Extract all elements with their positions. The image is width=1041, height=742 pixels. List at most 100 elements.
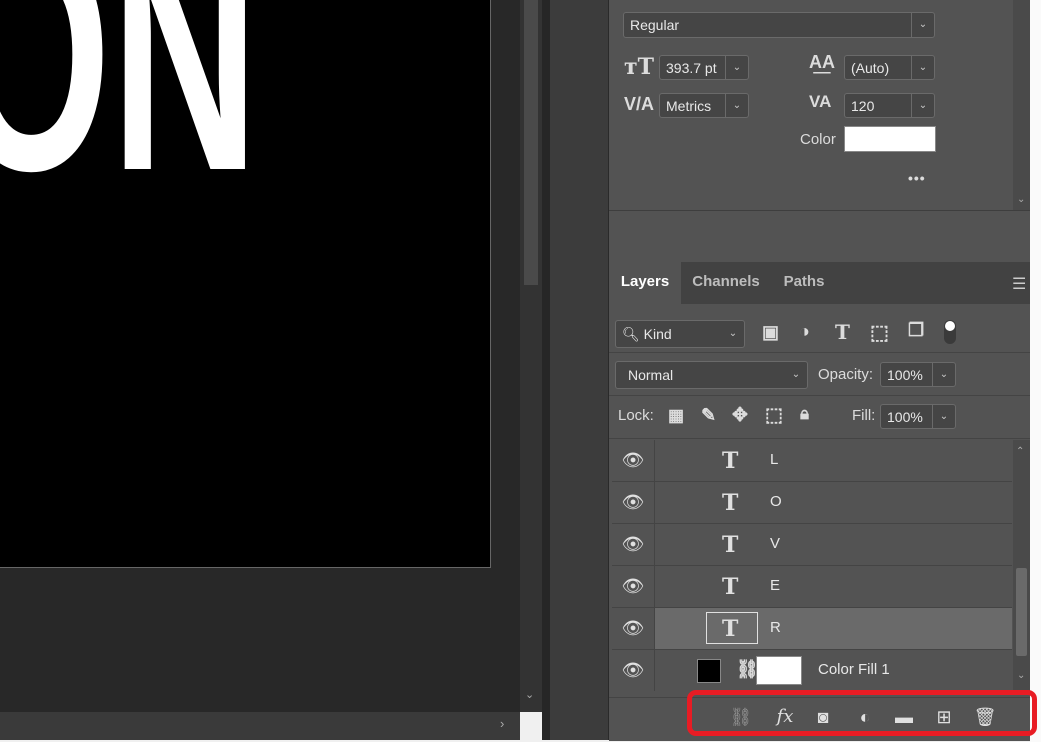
scrollbar-thumb[interactable]	[524, 0, 538, 285]
filter-toggle[interactable]	[944, 320, 956, 344]
search-icon: 🔍︎	[622, 326, 640, 342]
tab-paths[interactable]: Paths	[771, 262, 837, 304]
adjustment-filter-icon[interactable]: ◑	[799, 321, 810, 342]
text-layer-icon: T	[722, 532, 739, 558]
layer-row[interactable]: 👁︎ T V	[612, 524, 1012, 566]
chevron-down-icon: ⌄	[725, 94, 748, 117]
lock-artboard-icon[interactable]: ⬚	[765, 404, 783, 427]
layer-name: E	[770, 577, 781, 594]
visibility-eye-icon[interactable]: 👁︎	[612, 482, 655, 523]
tab-channels[interactable]: Channels	[681, 262, 771, 304]
canvas-area[interactable]: ION	[0, 0, 520, 712]
layer-name: R	[770, 619, 781, 636]
chevron-down-icon: ⌄	[725, 56, 748, 79]
layers-scrollbar[interactable]: ⌃ ⌄	[1013, 440, 1030, 695]
layer-row[interactable]: 👁︎ ⛓︎ Color Fill 1	[612, 650, 1012, 691]
color-swatch[interactable]	[844, 126, 936, 152]
font-style-value: Regular	[630, 17, 680, 33]
type-filter-icon[interactable]: T	[835, 320, 850, 344]
tracking-value: 120	[851, 98, 875, 114]
shape-filter-icon[interactable]: ⬚	[870, 320, 889, 345]
panel-menu-icon[interactable]: ☰	[1012, 274, 1026, 294]
lock-position-icon[interactable]: ✥	[732, 404, 748, 427]
text-layer-icon: T	[722, 616, 739, 642]
visibility-eye-icon[interactable]: 👁︎	[612, 566, 655, 607]
tab-layers[interactable]: Layers	[609, 262, 681, 304]
tracking-field[interactable]: 120 ⌄	[844, 93, 935, 118]
canvas-text: ION	[0, 0, 259, 239]
filter-toggle-knob	[945, 321, 955, 331]
smart-object-filter-icon[interactable]: ❐	[908, 320, 924, 341]
document-canvas[interactable]: ION	[0, 0, 491, 568]
opacity-field[interactable]: 100% ⌄	[880, 362, 956, 387]
divider	[609, 395, 1030, 396]
font-size-field[interactable]: 393.7 pt ⌄	[659, 55, 749, 80]
canvas-horizontal-scrollbar[interactable]: ›	[0, 712, 520, 740]
lock-pixels-icon[interactable]: ✎	[701, 405, 716, 426]
leading-value: (Auto)	[851, 60, 890, 76]
bottom-toolbar-highlight	[687, 690, 1037, 736]
chevron-down-icon: ⌄	[932, 363, 955, 386]
scrollbar-thumb[interactable]	[1016, 568, 1027, 656]
chevron-down-icon: ⌄	[911, 13, 934, 37]
scroll-down-icon[interactable]: ⌄	[525, 688, 534, 701]
font-size-icon: ᴛT	[624, 54, 655, 80]
chevron-down-icon: ⌄	[932, 405, 955, 428]
leading-icon: A͟A	[809, 52, 835, 72]
layer-name: L	[770, 451, 779, 468]
chevron-down-icon: ⌄	[911, 94, 934, 117]
layer-name: O	[770, 493, 782, 510]
font-size-value: 393.7 pt	[666, 60, 717, 76]
scroll-down-icon[interactable]: ⌄	[1017, 194, 1025, 205]
opacity-label: Opacity:	[818, 366, 874, 383]
lock-all-icon[interactable]: 🔒︎	[800, 404, 809, 424]
tracking-icon: VA	[809, 92, 832, 111]
visibility-eye-icon[interactable]: 👁︎	[612, 608, 655, 649]
filter-kind-select[interactable]: 🔍︎ Kind ⌄	[615, 320, 745, 348]
color-label: Color	[800, 131, 836, 148]
layer-row-selected[interactable]: 👁︎ T R	[612, 608, 1012, 650]
scroll-down-icon[interactable]: ⌄	[1017, 670, 1025, 681]
blend-mode-select[interactable]: Normal ⌄	[615, 361, 808, 389]
canvas-vertical-scrollbar[interactable]: ⌄	[520, 0, 542, 712]
chevron-down-icon: ⌄	[911, 56, 934, 79]
layers-tab-bar: Layers Channels Paths ☰	[609, 262, 1030, 304]
divider	[609, 438, 1030, 439]
fill-label: Fill:	[852, 407, 876, 424]
font-style-select[interactable]: Regular ⌄	[623, 12, 935, 38]
visibility-eye-icon[interactable]: 👁︎	[612, 650, 655, 691]
fill-value: 100%	[887, 409, 923, 425]
kerning-icon: V/A	[624, 94, 655, 114]
opacity-value: 100%	[887, 367, 923, 383]
kerning-select[interactable]: Metrics ⌄	[659, 93, 749, 118]
fill-color-thumbnail[interactable]	[697, 659, 721, 683]
scroll-up-icon[interactable]: ⌃	[1016, 446, 1024, 457]
visibility-eye-icon[interactable]: 👁︎	[612, 524, 655, 565]
filter-kind-value: Kind	[643, 326, 672, 342]
text-layer-icon: T	[722, 574, 739, 600]
layer-name: V	[770, 535, 781, 552]
window-edge	[1030, 0, 1041, 742]
layer-row[interactable]: 👁︎ T O	[612, 482, 1012, 524]
chevron-down-icon: ⌄	[791, 369, 801, 380]
leading-field[interactable]: (Auto) ⌄	[844, 55, 935, 80]
layer-row[interactable]: 👁︎ T L	[612, 440, 1012, 482]
scroll-right-icon[interactable]: ›	[500, 716, 504, 731]
layer-mask-thumbnail[interactable]	[756, 656, 802, 685]
chevron-down-icon: ⌄	[728, 328, 738, 339]
layer-row[interactable]: 👁︎ T E	[612, 566, 1012, 608]
text-layer-icon: T	[722, 448, 739, 474]
text-layer-icon: T	[722, 490, 739, 516]
lock-label: Lock:	[618, 407, 654, 424]
panel-dock-column	[550, 0, 608, 740]
more-options-icon[interactable]: •••	[908, 170, 926, 186]
fill-field[interactable]: 100% ⌄	[880, 404, 956, 429]
layer-name: Color Fill 1	[818, 661, 890, 678]
kerning-value: Metrics	[666, 98, 712, 114]
divider	[609, 210, 1030, 211]
lock-transparent-icon[interactable]: ▦	[668, 406, 684, 426]
visibility-eye-icon[interactable]: 👁︎	[612, 440, 655, 481]
image-filter-icon[interactable]: ▣	[762, 322, 779, 343]
character-scrollbar[interactable]: ⌄	[1013, 0, 1030, 210]
divider	[609, 352, 1030, 353]
